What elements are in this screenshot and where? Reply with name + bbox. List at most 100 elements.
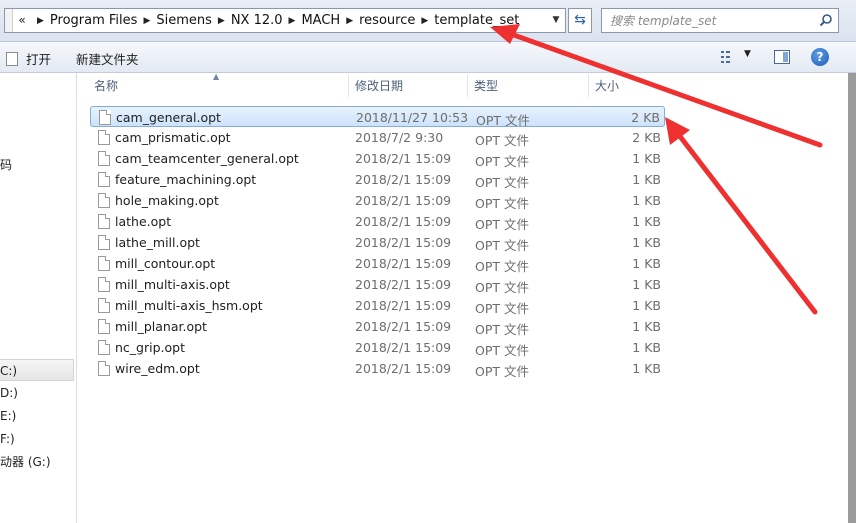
file-size: 2 KB bbox=[631, 110, 660, 125]
file-name: lathe_mill.opt bbox=[115, 235, 200, 250]
breadcrumb-label: Siemens bbox=[156, 13, 212, 28]
file-date: 2018/2/1 15:09 bbox=[355, 172, 452, 187]
breadcrumb-item[interactable]: ▶ resource bbox=[340, 9, 415, 32]
document-icon bbox=[98, 172, 110, 187]
file-name: lathe.opt bbox=[115, 214, 172, 229]
refresh-button[interactable]: ⇆ bbox=[568, 8, 592, 33]
new-folder-button[interactable]: 新建文件夹 bbox=[76, 49, 139, 68]
file-row[interactable]: cam_general.opt 2018/11/27 10:53 OPT 文件 2 K… bbox=[90, 106, 665, 128]
document-icon bbox=[98, 130, 110, 145]
file-type: OPT 文件 bbox=[475, 364, 529, 379]
document-icon bbox=[99, 110, 111, 125]
file-size: 1 KB bbox=[632, 340, 661, 355]
nav-item[interactable]: D:) bbox=[0, 382, 18, 404]
file-type: OPT 文件 bbox=[475, 322, 529, 337]
breadcrumb-label: template_set bbox=[434, 13, 520, 28]
breadcrumb-item[interactable]: ▶ Program Files bbox=[31, 9, 137, 32]
breadcrumb-separator-icon[interactable]: ▶ bbox=[283, 16, 302, 26]
breadcrumb-overflow-button[interactable]: « bbox=[13, 9, 31, 32]
file-row[interactable]: mill_multi-axis_hsm.opt 2018/2/1 15:09 OPT… bbox=[90, 295, 665, 316]
file-row[interactable]: lathe.opt 2018/2/1 15:09 OPT 文件 1 KB bbox=[90, 211, 665, 232]
file-row[interactable]: cam_prismatic.opt 2018/7/2 9:30 OPT 文件 2 KB bbox=[90, 127, 665, 148]
column-header-type[interactable]: 类型 bbox=[468, 73, 588, 99]
breadcrumb-label: resource bbox=[359, 13, 416, 28]
file-size: 1 KB bbox=[632, 256, 661, 271]
file-row[interactable]: lathe_mill.opt 2018/2/1 15:09 OPT 文件 1 KB bbox=[90, 232, 665, 253]
file-row[interactable]: nc_grip.opt 2018/2/1 15:09 OPT 文件 1 KB bbox=[90, 337, 665, 358]
file-size: 1 KB bbox=[632, 361, 661, 376]
breadcrumb-separator-icon[interactable]: ▶ bbox=[415, 16, 434, 26]
breadcrumb-item[interactable]: ▶ NX 12.0 bbox=[212, 9, 283, 32]
nav-item[interactable]: E:) bbox=[0, 405, 16, 427]
file-size: 2 KB bbox=[632, 130, 661, 145]
file-date: 2018/2/1 15:09 bbox=[355, 256, 452, 271]
help-icon[interactable]: ? bbox=[811, 48, 829, 66]
file-name: mill_multi-axis.opt bbox=[115, 277, 230, 292]
column-header-date[interactable]: 修改日期 bbox=[349, 73, 467, 99]
nav-item[interactable]: 动器 (G:) bbox=[0, 451, 51, 473]
file-date: 2018/7/2 9:30 bbox=[355, 130, 444, 145]
view-options-icon[interactable] bbox=[721, 51, 737, 63]
search-input[interactable] bbox=[602, 9, 812, 32]
breadcrumb-label: NX 12.0 bbox=[230, 13, 283, 28]
file-row[interactable]: mill_contour.opt 2018/2/1 15:09 OPT 文件 1 KB bbox=[90, 253, 665, 274]
file-name: mill_multi-axis_hsm.opt bbox=[115, 298, 263, 313]
nav-item[interactable]: C:) bbox=[0, 359, 74, 381]
file-date: 2018/2/1 15:09 bbox=[355, 319, 452, 334]
document-icon bbox=[98, 256, 110, 271]
file-name: cam_prismatic.opt bbox=[115, 130, 231, 145]
file-date: 2018/2/1 15:09 bbox=[355, 214, 452, 229]
file-name: feature_machining.opt bbox=[115, 172, 257, 187]
column-header-size[interactable]: 大小 bbox=[589, 73, 669, 99]
breadcrumb-item[interactable]: ▶ template_set bbox=[415, 9, 519, 32]
breadcrumb-separator-icon[interactable]: ▶ bbox=[137, 16, 156, 26]
address-bar[interactable]: « ▶ Program Files ▶ Siemens ▶ NX 12.0 ▶ MACH ▶ re… bbox=[4, 8, 566, 33]
breadcrumb-separator-icon[interactable]: ▶ bbox=[212, 16, 231, 26]
refresh-icon: ⇆ bbox=[574, 12, 586, 28]
file-date: 2018/2/1 15:09 bbox=[355, 235, 452, 250]
file-type: OPT 文件 bbox=[475, 259, 529, 274]
file-row[interactable]: feature_machining.opt 2018/2/1 15:09 OPT 文… bbox=[90, 169, 665, 190]
nav-item[interactable]: F:) bbox=[0, 428, 15, 450]
document-icon bbox=[98, 298, 110, 313]
document-icon bbox=[98, 214, 110, 229]
column-header-row: ▲ 名称 修改日期 类型 大小 bbox=[78, 72, 856, 99]
file-size: 1 KB bbox=[632, 172, 661, 187]
document-icon bbox=[98, 361, 110, 376]
breadcrumb-label: Program Files bbox=[49, 13, 138, 28]
search-box[interactable] bbox=[601, 8, 839, 33]
location-icon bbox=[5, 9, 13, 32]
preview-pane-icon[interactable] bbox=[774, 50, 790, 64]
file-name: hole_making.opt bbox=[115, 193, 219, 208]
file-row[interactable]: cam_teamcenter_general.opt 2018/2/1 15:09… bbox=[90, 148, 665, 169]
breadcrumb-separator-icon[interactable]: ▶ bbox=[340, 16, 359, 26]
file-date: 2018/11/27 10:53 bbox=[356, 110, 469, 125]
navigation-pane: 码 C:) D:) E:) F:) 动器 (G:) bbox=[0, 73, 77, 523]
file-name: mill_planar.opt bbox=[115, 319, 207, 334]
search-icon[interactable] bbox=[819, 13, 833, 27]
window-edge bbox=[848, 73, 856, 523]
address-history-dropdown[interactable]: ▼ bbox=[547, 9, 565, 32]
document-icon bbox=[98, 340, 110, 355]
file-date: 2018/2/1 15:09 bbox=[355, 193, 452, 208]
breadcrumb-item[interactable]: ▶ Siemens bbox=[137, 9, 211, 32]
file-type: OPT 文件 bbox=[475, 175, 529, 190]
file-type: OPT 文件 bbox=[475, 238, 529, 253]
view-dropdown-chevron-icon[interactable]: ▼ bbox=[744, 49, 751, 59]
file-row[interactable]: wire_edm.opt 2018/2/1 15:09 OPT 文件 1 KB bbox=[90, 358, 665, 379]
nav-item[interactable]: 码 bbox=[0, 154, 12, 176]
document-icon bbox=[98, 193, 110, 208]
file-name: cam_teamcenter_general.opt bbox=[115, 151, 299, 166]
breadcrumb-separator-icon[interactable]: ▶ bbox=[31, 16, 50, 26]
file-row[interactable]: hole_making.opt 2018/2/1 15:09 OPT 文件 1 KB bbox=[90, 190, 665, 211]
breadcrumb-item[interactable]: ▶ MACH bbox=[283, 9, 341, 32]
file-row[interactable]: mill_multi-axis.opt 2018/2/1 15:09 OPT 文件 1… bbox=[90, 274, 665, 295]
open-label: 打开 bbox=[26, 52, 52, 67]
document-icon bbox=[98, 277, 110, 292]
breadcrumb-label: MACH bbox=[301, 13, 341, 28]
column-header-name[interactable]: 名称 bbox=[88, 73, 348, 99]
file-row[interactable]: mill_planar.opt 2018/2/1 15:09 OPT 文件 1 KB bbox=[90, 316, 665, 337]
file-size: 1 KB bbox=[632, 151, 661, 166]
open-button[interactable]: 打开 bbox=[6, 49, 51, 68]
file-name: wire_edm.opt bbox=[115, 361, 200, 376]
